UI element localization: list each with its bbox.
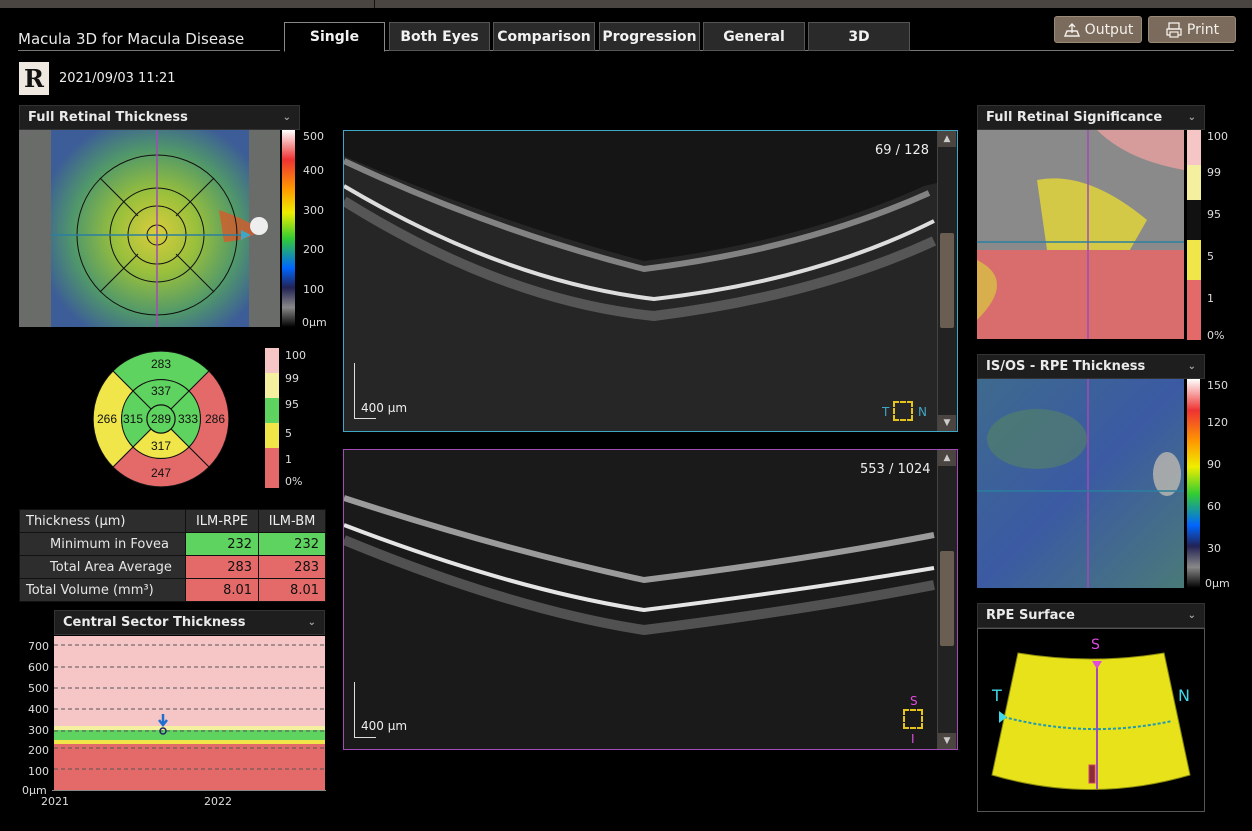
chevron-down-icon[interactable]: ⌄ <box>1188 112 1196 123</box>
rpe-surface-render <box>991 652 1191 790</box>
scale-bar-label: 400 µm <box>361 401 408 415</box>
bscan-horizontal[interactable]: ▲ ▼ 69 / 128 400 µm T N <box>341 130 958 432</box>
isos-colorbar <box>1187 379 1200 588</box>
exam-datetime: 2021/09/03 11:21 <box>59 71 176 86</box>
isos-map[interactable] <box>977 379 1184 588</box>
rpe-surface-view[interactable]: S T N <box>977 628 1205 812</box>
isos-header[interactable]: IS/OS - RPE Thickness ⌄ <box>977 354 1205 379</box>
scroll-up-button[interactable]: ▲ <box>938 131 956 147</box>
print-label: Print <box>1186 21 1220 38</box>
eye-badge: R <box>19 62 49 95</box>
svg-text:286: 286 <box>205 412 225 426</box>
oct-image-1 <box>341 131 937 431</box>
frt-header[interactable]: Full Retinal Thickness ⌄ <box>19 105 300 130</box>
svg-text:266: 266 <box>97 412 117 426</box>
significance-map <box>977 130 1184 339</box>
app-title: Macula 3D for Macula Disease <box>18 30 245 48</box>
printer-icon <box>1166 21 1182 38</box>
tab-progression[interactable]: Progression <box>599 22 700 51</box>
table-row: Total Area Average 283 283 <box>19 555 326 579</box>
table-header: ILM-BM <box>258 509 326 533</box>
scale-bar-label: 400 µm <box>361 719 408 733</box>
top-strip <box>0 0 1252 8</box>
cst-header[interactable]: Central Sector Thickness ⌄ <box>54 610 325 635</box>
svg-text:317: 317 <box>151 439 171 453</box>
frs-header[interactable]: Full Retinal Significance ⌄ <box>977 105 1205 130</box>
thickness-map <box>19 130 280 327</box>
tab-general[interactable]: General <box>703 22 805 51</box>
table-header: Thickness (µm) <box>19 509 186 533</box>
frt-map[interactable] <box>19 130 280 327</box>
rpe-header[interactable]: RPE Surface ⌄ <box>977 603 1205 628</box>
svg-text:337: 337 <box>151 384 171 398</box>
frs-map[interactable] <box>977 130 1184 339</box>
frs-legend <box>1187 130 1201 340</box>
slice-counter: 69 / 128 <box>875 143 929 158</box>
svg-text:283: 283 <box>151 357 171 371</box>
isos-title: IS/OS - RPE Thickness <box>986 359 1146 374</box>
print-button[interactable]: Print <box>1148 16 1236 43</box>
svg-text:289: 289 <box>151 412 171 426</box>
scroll-thumb[interactable] <box>940 233 954 328</box>
scroll-thumb[interactable] <box>940 551 954 646</box>
scan-direction-icon <box>893 401 913 421</box>
output-button[interactable]: Output <box>1054 16 1142 43</box>
scroll-down-button[interactable]: ▼ <box>938 415 956 431</box>
table-row: Minimum in Fovea 232 232 <box>19 532 326 556</box>
scroll-down-button[interactable]: ▼ <box>938 733 956 749</box>
isos-thickness-map <box>977 379 1184 588</box>
etdrs-grid: 283 337 266 315 289 333 286 317 247 <box>92 350 230 488</box>
cst-title: Central Sector Thickness <box>63 615 246 630</box>
scrollbar[interactable]: ▲ ▼ <box>937 450 957 749</box>
svg-text:247: 247 <box>151 466 171 480</box>
tab-single[interactable]: Single <box>284 22 385 52</box>
chevron-down-icon[interactable]: ⌄ <box>283 112 291 123</box>
tab-3d[interactable]: 3D <box>808 22 910 51</box>
chevron-down-icon[interactable]: ⌄ <box>1188 361 1196 372</box>
scroll-up-button[interactable]: ▲ <box>938 450 956 466</box>
frt-colorbar <box>282 130 295 327</box>
output-label: Output <box>1084 21 1134 38</box>
frs-title: Full Retinal Significance <box>986 110 1163 125</box>
oct-image-2 <box>342 450 937 749</box>
chevron-down-icon[interactable]: ⌄ <box>1188 610 1196 621</box>
tab-both-eyes[interactable]: Both Eyes <box>389 22 490 51</box>
table-row: Total Volume (mm³) 8.01 8.01 <box>19 578 326 602</box>
scrollbar[interactable]: ▲ ▼ <box>937 131 957 431</box>
etdrs-legend <box>265 348 279 488</box>
output-icon <box>1063 22 1080 37</box>
cst-chart <box>54 636 325 790</box>
chevron-down-icon[interactable]: ⌄ <box>308 617 316 628</box>
frt-title: Full Retinal Thickness <box>28 110 188 125</box>
svg-text:315: 315 <box>123 412 143 426</box>
slice-counter: 553 / 1024 <box>860 462 931 477</box>
tab-comparison[interactable]: Comparison <box>493 22 595 51</box>
bscan-vertical[interactable]: ▲ ▼ 553 / 1024 400 µm S I <box>342 449 958 750</box>
scan-direction-icon <box>903 709 923 729</box>
rpe-title: RPE Surface <box>986 608 1075 623</box>
thickness-table: Thickness (µm) ILM-RPE ILM-BM Minimum in… <box>19 509 326 602</box>
svg-text:333: 333 <box>178 412 198 426</box>
table-header: ILM-RPE <box>184 509 260 533</box>
